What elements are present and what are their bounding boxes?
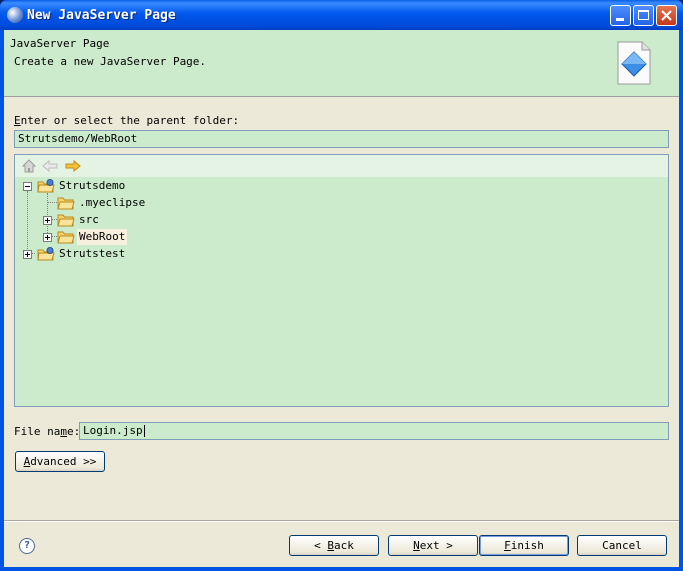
finish-button[interactable]: Finish (479, 535, 569, 556)
tree-node-myeclipse[interactable]: .myeclipse (57, 195, 207, 211)
tree-node-label: src (79, 213, 99, 226)
expand-toggle[interactable] (43, 233, 52, 242)
dialog-client: JavaServer Page Create a new JavaServer … (4, 30, 679, 567)
tree-line (47, 202, 57, 203)
expand-toggle[interactable] (43, 216, 52, 225)
tree-node-label: WebRoot (77, 229, 128, 245)
project-folder-icon (37, 179, 55, 193)
folder-tree[interactable]: Strutsdemo .myeclipse src WebRoot Struts… (14, 154, 669, 407)
wizard-page-title: JavaServer Page (10, 37, 110, 50)
tree-node-webroot[interactable]: WebRoot (43, 229, 193, 245)
tree-line (27, 191, 28, 251)
advanced-button[interactable]: Advanced >> (15, 451, 105, 472)
title-bar[interactable]: New JavaServer Page (0, 0, 683, 30)
close-icon (661, 10, 672, 21)
folder-icon (57, 214, 75, 227)
tree-node-label: .myeclipse (79, 196, 146, 209)
tree-node-label: Strutsdemo (59, 179, 126, 192)
wizard-page-description: Create a new JavaServer Page. (14, 55, 207, 68)
parent-folder-input[interactable]: Strutsdemo/WebRoot (14, 130, 669, 148)
next-button[interactable]: Next > (388, 535, 478, 556)
tree-toolbar (15, 155, 668, 177)
tree-node-label: Strutstest (59, 247, 126, 260)
button-bar-separator (4, 520, 679, 522)
dialog-window: New JavaServer Page JavaServer Page Crea… (0, 0, 683, 571)
back-arrow-icon[interactable] (42, 158, 58, 174)
tree-node-strutsdemo[interactable]: Strutsdemo (23, 178, 223, 194)
project-folder-icon (37, 247, 55, 261)
help-icon[interactable]: ? (19, 538, 35, 554)
parent-folder-label: Enter or select the parent folder: (14, 114, 240, 127)
close-button[interactable] (656, 5, 677, 26)
collapse-toggle[interactable] (23, 182, 32, 191)
forward-arrow-icon[interactable] (65, 158, 81, 174)
jsp-file-icon (617, 41, 651, 85)
expand-toggle[interactable] (23, 250, 32, 259)
text-caret (143, 425, 145, 437)
maximize-button[interactable] (633, 5, 654, 26)
tree-node-strutstest[interactable]: Strutstest (23, 246, 223, 262)
file-name-label: File name: (14, 425, 81, 438)
tree-node-src[interactable]: src (43, 212, 193, 228)
eclipse-icon (7, 7, 23, 23)
minimize-button[interactable] (610, 5, 631, 26)
cancel-button[interactable]: Cancel (577, 535, 667, 556)
folder-icon (57, 197, 75, 210)
wizard-header: JavaServer Page Create a new JavaServer … (4, 30, 679, 97)
folder-icon (57, 231, 75, 244)
file-name-value: Login.jsp (83, 424, 143, 437)
back-button[interactable]: < Back (289, 535, 379, 556)
window-title: New JavaServer Page (27, 8, 176, 23)
file-name-input[interactable]: Login.jsp (79, 422, 669, 440)
home-icon[interactable] (21, 158, 37, 174)
